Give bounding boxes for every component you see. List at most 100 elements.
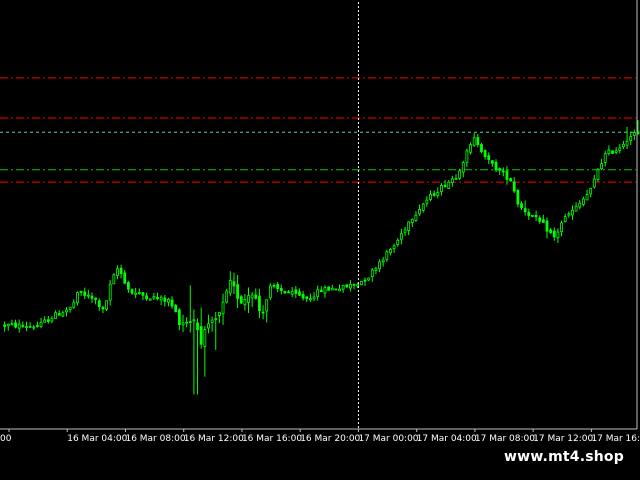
candle (181, 314, 185, 333)
candle-body (589, 187, 593, 195)
candle-body (323, 287, 327, 294)
candle-body (472, 137, 476, 146)
candle-body (607, 149, 611, 154)
candle-body (352, 284, 356, 286)
candle-body (327, 286, 330, 291)
candle-body (319, 289, 323, 293)
candle (432, 190, 436, 197)
candle-body (258, 295, 261, 312)
candle (629, 131, 633, 145)
candle-body (61, 312, 65, 317)
candle (614, 146, 618, 155)
candle-body (116, 268, 119, 276)
candle (476, 134, 480, 148)
price-chart[interactable]: 00 16 Mar 04:0016 Mar 08:0016 Mar 12:0016… (0, 0, 640, 450)
candle (35, 321, 39, 328)
candle-body (450, 178, 454, 183)
candle-body (618, 147, 622, 151)
candle-body (94, 297, 98, 300)
candle-body (505, 170, 509, 180)
candle (618, 144, 622, 154)
candle (232, 272, 236, 295)
candle-body (225, 290, 229, 303)
x-tick-label: 16 Mar 08:00 (125, 434, 185, 444)
candle (203, 326, 207, 377)
candle (32, 325, 36, 331)
candle (196, 318, 199, 395)
candle (72, 299, 76, 309)
candle (385, 249, 389, 262)
candle-body (301, 293, 305, 299)
candle-body (596, 169, 600, 180)
candle (54, 310, 57, 319)
candle-body (378, 261, 381, 270)
candle (272, 283, 276, 289)
candle-body (130, 289, 134, 294)
candle-body (112, 274, 116, 285)
candle (76, 291, 79, 306)
candle-body (210, 319, 214, 323)
candle-body (185, 321, 189, 324)
candle (312, 292, 316, 302)
candle (65, 307, 68, 317)
candle (50, 316, 54, 324)
candle (207, 314, 210, 334)
candle (574, 202, 578, 212)
candle (17, 319, 21, 333)
candle-body (43, 319, 47, 323)
candle-body (629, 136, 633, 141)
candle (170, 296, 174, 309)
candle (188, 285, 192, 333)
candle-body (538, 217, 542, 222)
candle-body (10, 323, 14, 326)
chart-window[interactable]: 00 16 Mar 04:00 16 Mar 08:00 16 Mar 12:00 16… (0, 0, 640, 480)
candle (403, 226, 407, 237)
candle (21, 321, 25, 328)
candle (134, 287, 138, 299)
candle (338, 284, 341, 292)
candle (236, 274, 239, 309)
candle (501, 167, 505, 177)
x-tick-label: 16 Mar 12:00 (184, 434, 244, 444)
candle (516, 188, 520, 208)
candle (177, 308, 181, 331)
candle (330, 284, 334, 291)
x-tick-label: 16 Mar 20:00 (300, 434, 360, 444)
candle-body (108, 283, 112, 301)
candle-body (247, 295, 250, 303)
candle (279, 284, 283, 295)
candle (283, 290, 287, 294)
candle (370, 268, 374, 282)
candle-body (254, 294, 258, 299)
candle-body (145, 295, 148, 300)
candle (323, 285, 327, 298)
candle-body (374, 268, 378, 271)
candle-body (414, 214, 418, 221)
candle (410, 218, 414, 228)
candle (137, 288, 141, 295)
candle (57, 309, 61, 316)
candle-body (334, 288, 338, 291)
candle-body (603, 153, 607, 163)
candle (97, 298, 101, 311)
candle (108, 279, 112, 306)
candle-body (170, 299, 174, 307)
candle-body (32, 326, 36, 329)
candle (327, 286, 330, 291)
candle (425, 196, 429, 207)
candle-body (50, 317, 54, 322)
candle-body (367, 277, 371, 281)
x-tick-label: 17 Mar 00:00 (358, 434, 418, 444)
candle (83, 287, 87, 300)
candle (217, 311, 221, 324)
candle-body (105, 300, 108, 310)
candle (381, 257, 385, 267)
candle-body (574, 205, 578, 212)
candle-body (498, 168, 502, 171)
candle-body (527, 211, 531, 216)
candle (512, 177, 516, 193)
candle (443, 180, 447, 188)
candle (228, 271, 232, 297)
candle-body (57, 313, 61, 316)
candle-body (305, 296, 309, 299)
